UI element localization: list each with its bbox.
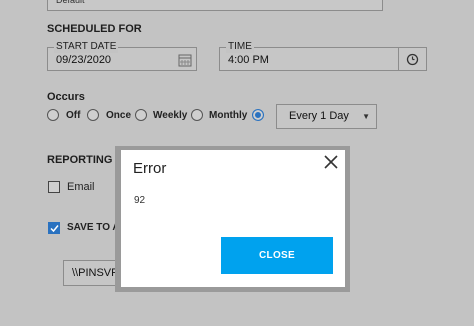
close-icon[interactable] bbox=[323, 154, 339, 170]
time-value: 4:00 PM bbox=[228, 54, 269, 66]
interval-select-value: Every 1 Day bbox=[289, 110, 349, 122]
chevron-down-icon: ▼ bbox=[362, 112, 370, 121]
radio-monthly[interactable] bbox=[191, 109, 203, 121]
radio-interval[interactable] bbox=[252, 109, 264, 121]
radio-off-label: Off bbox=[66, 110, 81, 121]
dialog-title: Error bbox=[133, 160, 167, 177]
radio-once-label: Once bbox=[106, 110, 132, 121]
radio-once[interactable] bbox=[87, 109, 99, 121]
time-picker-button[interactable] bbox=[398, 47, 427, 71]
radio-monthly-label: Monthly bbox=[209, 110, 248, 121]
email-checkbox-label: Email bbox=[67, 181, 95, 193]
scheduled-for-heading: SCHEDULED FOR bbox=[47, 23, 142, 35]
email-checkbox[interactable] bbox=[48, 181, 60, 193]
start-date-value: 09/23/2020 bbox=[56, 54, 112, 66]
radio-weekly[interactable] bbox=[135, 109, 147, 121]
radio-weekly-label: Weekly bbox=[153, 110, 188, 121]
start-date-field[interactable]: START DATE 09/23/2020 bbox=[47, 41, 197, 71]
save-checkbox[interactable] bbox=[48, 222, 60, 234]
clock-icon bbox=[406, 53, 419, 71]
interval-select[interactable]: Every 1 Day ▼ bbox=[276, 104, 377, 129]
save-path-field[interactable]: \\PINSVR bbox=[63, 260, 123, 286]
report-name-field[interactable]: Default bbox=[47, 0, 383, 11]
dialog-message: 92 bbox=[134, 195, 146, 206]
calendar-icon[interactable] bbox=[178, 53, 192, 67]
start-date-label: START DATE bbox=[54, 41, 119, 53]
occurs-heading: Occurs bbox=[47, 91, 85, 103]
save-checkbox-label: SAVE TO A bbox=[67, 222, 120, 233]
checkmark-icon bbox=[50, 225, 59, 233]
radio-off[interactable] bbox=[47, 109, 59, 121]
close-button[interactable]: CLOSE bbox=[221, 237, 333, 274]
time-label: TIME bbox=[226, 41, 254, 53]
time-field[interactable]: TIME 4:00 PM bbox=[219, 41, 399, 71]
error-dialog: Error 92 CLOSE bbox=[121, 150, 345, 287]
